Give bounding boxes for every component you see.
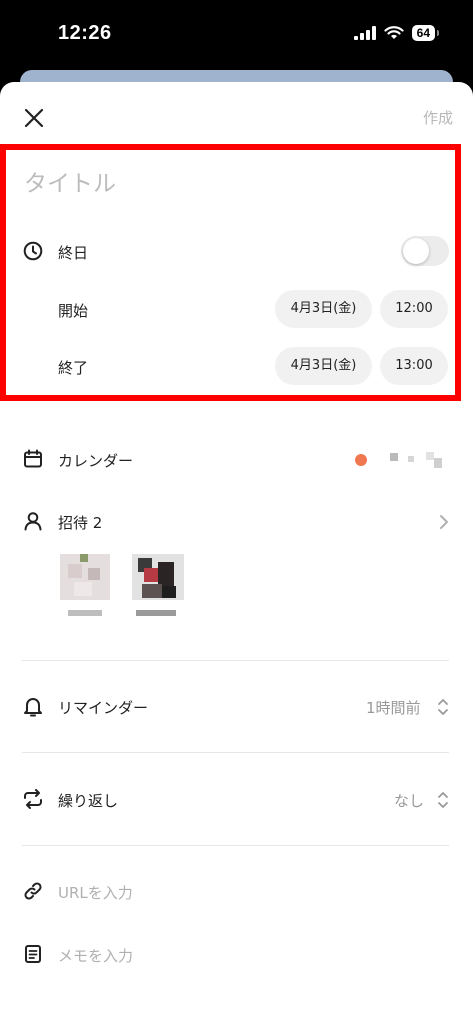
start-date-button[interactable]: 4月3日(金) <box>275 290 372 328</box>
divider <box>22 845 449 846</box>
status-time: 12:26 <box>58 22 112 44</box>
repeat-value[interactable]: なし <box>394 790 424 811</box>
calendar-name-blurred[interactable] <box>386 450 446 470</box>
reminder-value[interactable]: 1時間前 <box>366 697 421 718</box>
battery-icon: 64 <box>411 25 440 41</box>
calendar-label[interactable]: カレンダー <box>58 450 133 471</box>
signal-icon <box>353 26 376 40</box>
calendar-icon <box>24 449 42 468</box>
chevron-updown-icon[interactable] <box>437 697 449 717</box>
title-input[interactable]: タイトル <box>24 164 116 198</box>
chevron-right-icon[interactable] <box>438 514 450 530</box>
divider <box>22 752 449 753</box>
calendar-color-dot <box>355 454 367 466</box>
end-date-button[interactable]: 4月3日(金) <box>275 347 372 385</box>
divider <box>22 660 449 661</box>
person-icon <box>24 512 42 531</box>
new-event-sheet: 作成 タイトル 終日 開始 4月3日(金) 12:00 終了 4月3日(金) 1… <box>0 82 473 1024</box>
invitee-avatar[interactable] <box>132 554 184 624</box>
invite-label[interactable]: 招待 2 <box>58 512 102 533</box>
start-label: 開始 <box>58 302 89 320</box>
status-icons: 64 <box>353 25 440 41</box>
end-label: 終了 <box>58 359 89 377</box>
memo-input[interactable]: メモを入力 <box>58 945 133 966</box>
reminder-label[interactable]: リマインダー <box>58 697 148 718</box>
url-input[interactable]: URLを入力 <box>58 882 133 903</box>
start-time-button[interactable]: 12:00 <box>380 290 448 328</box>
note-icon <box>25 945 41 963</box>
link-icon <box>24 882 42 900</box>
create-button[interactable]: 作成 <box>423 107 453 128</box>
status-bar: 12:26 64 <box>0 0 473 78</box>
wifi-icon <box>384 26 404 39</box>
end-time-button[interactable]: 13:00 <box>380 347 448 385</box>
chevron-updown-icon[interactable] <box>437 790 449 810</box>
repeat-icon <box>24 789 42 809</box>
all-day-label: 終日 <box>58 244 89 262</box>
toggle-knob <box>403 238 429 264</box>
bell-icon <box>24 698 42 717</box>
all-day-toggle[interactable] <box>401 236 449 266</box>
invitee-avatar[interactable] <box>60 554 110 624</box>
repeat-label[interactable]: 繰り返し <box>58 790 118 811</box>
clock-icon <box>23 241 43 261</box>
close-icon[interactable] <box>22 106 46 130</box>
